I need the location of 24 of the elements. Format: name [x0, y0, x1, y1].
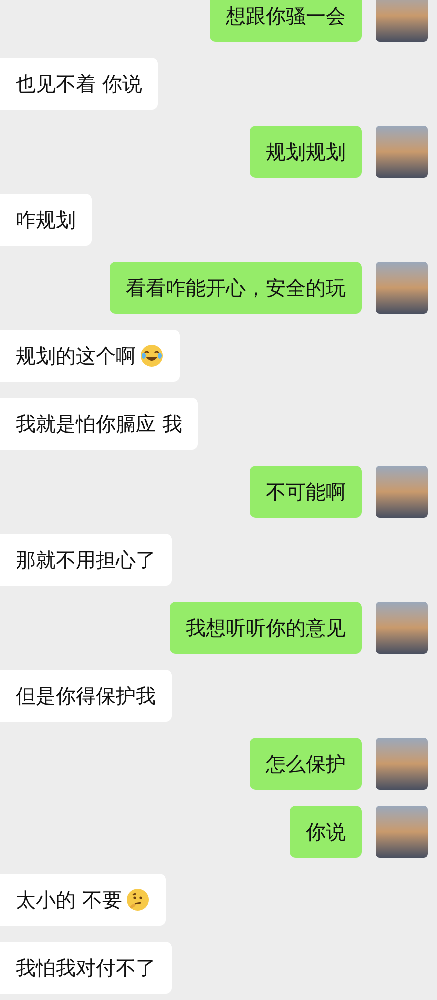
avatar-photo-placeholder [376, 806, 428, 858]
avatar-photo-placeholder [376, 602, 428, 654]
message-bubble: 规划的这个啊 [0, 330, 180, 382]
message-bubble: 那就不用担心了 [0, 534, 172, 586]
avatar-photo-placeholder [376, 262, 428, 314]
message-bubble: 不可能啊 [250, 466, 362, 518]
avatar-photo-placeholder [376, 0, 428, 42]
message-bubble: 规划规划 [250, 126, 362, 178]
avatar-photo-placeholder [376, 126, 428, 178]
message-bubble: 太小的 不要 [0, 874, 166, 926]
message-bubble: 咋规划 [0, 194, 92, 246]
message-bubble: 怎么保护 [250, 738, 362, 790]
avatar-photo-placeholder [376, 738, 428, 790]
laughing-face-icon [140, 344, 164, 368]
message-bubble: 也见不着 你说 [0, 58, 158, 110]
message-bubble: 你说 [290, 806, 362, 858]
message-bubble: 我怕我对付不了 [0, 942, 172, 994]
message-bubble: 我就是怕你膈应 我 [0, 398, 198, 450]
avatar-photo-placeholder [376, 466, 428, 518]
message-bubble: 我想听听你的意见 [170, 602, 362, 654]
message-bubble: 看看咋能开心，安全的玩 [110, 262, 362, 314]
thinking-face-icon [126, 888, 150, 912]
message-bubble: 想跟你骚一会 [210, 0, 362, 42]
message-bubble: 但是你得保护我 [0, 670, 172, 722]
